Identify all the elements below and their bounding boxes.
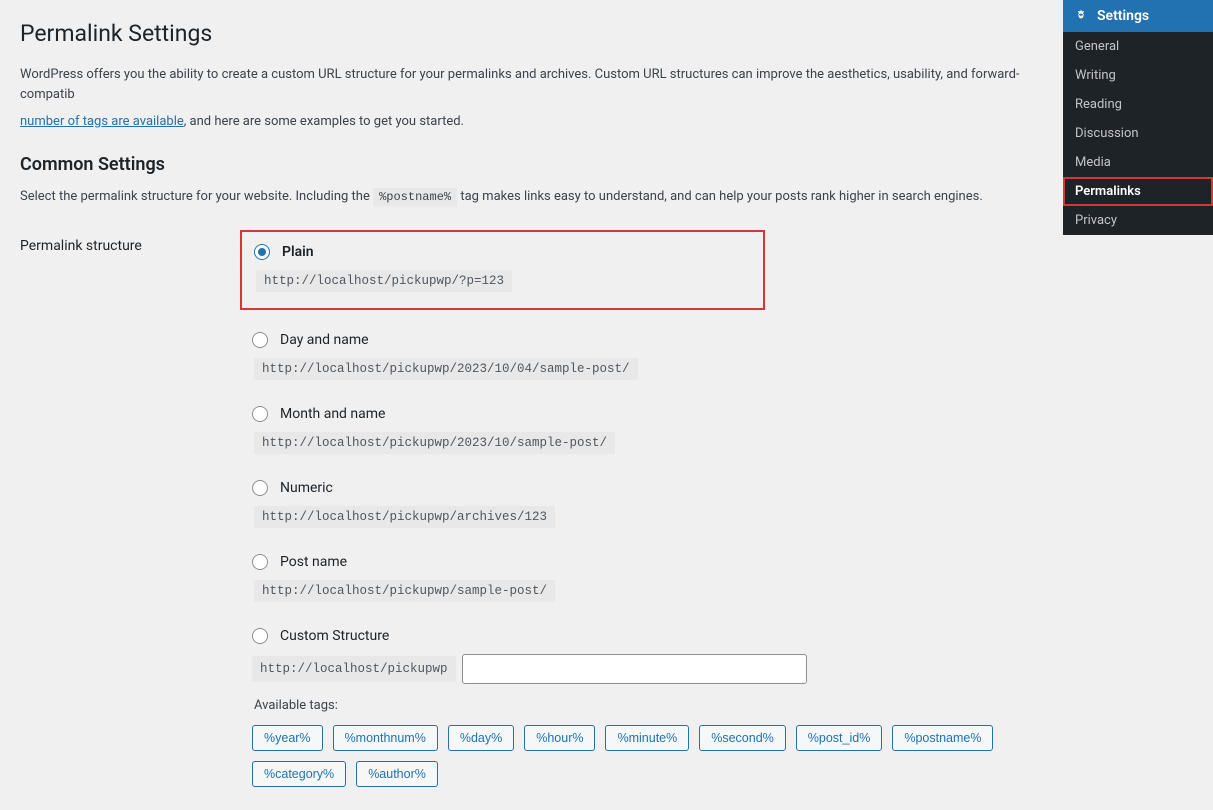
option-plain-text: Plain — [282, 244, 314, 260]
option-month-name: Month and name http://localhost/pickupwp… — [240, 398, 1043, 464]
custom-row: http://localhost/pickupwp — [252, 654, 1031, 684]
radio-numeric[interactable] — [252, 480, 268, 496]
option-custom: Custom Structure http://localhost/pickup… — [240, 620, 1043, 797]
example-post-name: http://localhost/pickupwp/sample-post/ — [254, 580, 555, 602]
intro-paragraph: WordPress offers you the ability to crea… — [20, 65, 1043, 104]
option-numeric-label[interactable]: Numeric — [252, 480, 1031, 496]
option-month-name-label[interactable]: Month and name — [252, 406, 1031, 422]
common-desc-before: Select the permalink structure for your … — [20, 189, 373, 204]
option-day-name: Day and name http://localhost/pickupwp/2… — [240, 324, 1043, 390]
example-numeric: http://localhost/pickupwp/archives/123 — [254, 506, 555, 528]
option-numeric: Numeric http://localhost/pickupwp/archiv… — [240, 472, 1043, 538]
sidebar-item-media[interactable]: Media — [1063, 148, 1213, 177]
sidebar-item-reading[interactable]: Reading — [1063, 90, 1213, 119]
settings-icon — [1073, 8, 1089, 24]
sidebar-header[interactable]: Settings — [1063, 0, 1213, 32]
tag-btn-year[interactable]: %year% — [252, 725, 323, 751]
option-custom-label[interactable]: Custom Structure — [252, 628, 1031, 644]
sidebar-item-general[interactable]: General — [1063, 32, 1213, 61]
option-day-name-label[interactable]: Day and name — [252, 332, 1031, 348]
tags-row: %year% %monthnum% %day% %hour% %minute% … — [252, 725, 1031, 787]
radio-custom[interactable] — [252, 628, 268, 644]
structure-label: Permalink structure — [20, 230, 240, 254]
intro-text-before: WordPress offers you the ability to crea… — [20, 67, 1020, 102]
common-settings-heading: Common Settings — [20, 154, 1043, 175]
permalink-form: Permalink structure Plain http://localho… — [20, 230, 1043, 805]
example-plain: http://localhost/pickupwp/?p=123 — [256, 270, 512, 292]
option-day-name-text: Day and name — [280, 332, 369, 348]
radio-day-name[interactable] — [252, 332, 268, 348]
tag-btn-minute[interactable]: %minute% — [605, 725, 689, 751]
custom-prefix: http://localhost/pickupwp — [252, 656, 456, 682]
sidebar-item-discussion[interactable]: Discussion — [1063, 119, 1213, 148]
main-content: Permalink Settings WordPress offers you … — [0, 0, 1063, 805]
tag-btn-second[interactable]: %second% — [699, 725, 786, 751]
page-title: Permalink Settings — [20, 20, 1043, 47]
postname-tag: %postname% — [373, 188, 457, 206]
tag-btn-author[interactable]: %author% — [356, 761, 438, 787]
option-plain-label[interactable]: Plain — [254, 244, 751, 260]
example-day-name: http://localhost/pickupwp/2023/10/04/sam… — [254, 358, 638, 380]
option-post-name: Post name http://localhost/pickupwp/samp… — [240, 546, 1043, 612]
option-post-name-label[interactable]: Post name — [252, 554, 1031, 570]
example-month-name: http://localhost/pickupwp/2023/10/sample… — [254, 432, 615, 454]
intro-text-after: , and here are some examples to get you … — [184, 114, 464, 129]
tag-btn-post-id[interactable]: %post_id% — [796, 725, 883, 751]
option-post-name-text: Post name — [280, 554, 347, 570]
options-group: Plain http://localhost/pickupwp/?p=123 D… — [240, 230, 1043, 805]
sidebar-item-privacy[interactable]: Privacy — [1063, 206, 1213, 235]
radio-plain[interactable] — [254, 244, 270, 260]
tag-btn-monthnum[interactable]: %monthnum% — [333, 725, 438, 751]
tag-btn-category[interactable]: %category% — [252, 761, 346, 787]
sidebar-header-label: Settings — [1097, 8, 1149, 24]
option-custom-text: Custom Structure — [280, 628, 389, 644]
custom-structure-input[interactable] — [462, 654, 807, 684]
tags-link[interactable]: number of tags are available — [20, 114, 184, 129]
common-desc-after: tag makes links easy to understand, and … — [460, 189, 982, 204]
tag-btn-day[interactable]: %day% — [448, 725, 514, 751]
settings-sidebar: Settings General Writing Reading Discuss… — [1063, 0, 1213, 235]
option-numeric-text: Numeric — [280, 480, 333, 496]
radio-month-name[interactable] — [252, 406, 268, 422]
sidebar-item-permalinks[interactable]: Permalinks — [1063, 177, 1213, 206]
common-desc: Select the permalink structure for your … — [20, 187, 1043, 207]
option-month-name-text: Month and name — [280, 406, 385, 422]
radio-post-name[interactable] — [252, 554, 268, 570]
option-plain: Plain http://localhost/pickupwp/?p=123 — [240, 230, 765, 310]
available-tags-label: Available tags: — [254, 698, 1031, 713]
sidebar-item-writing[interactable]: Writing — [1063, 61, 1213, 90]
tag-btn-postname[interactable]: %postname% — [892, 725, 993, 751]
intro-paragraph-2: number of tags are available, and here a… — [20, 112, 1043, 132]
tag-btn-hour[interactable]: %hour% — [524, 725, 595, 751]
